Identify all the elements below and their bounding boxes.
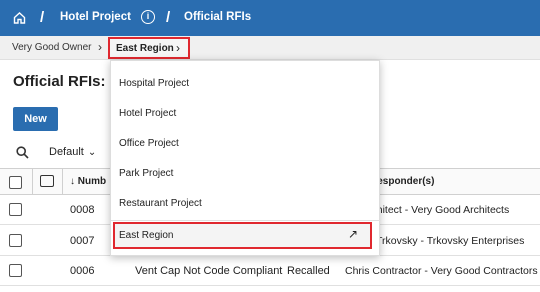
nav-separator: /: [166, 9, 171, 26]
home-icon[interactable]: [13, 11, 26, 27]
chevron-down-icon: ⌄: [87, 147, 97, 158]
menu-item-label: Restaurant Project: [119, 198, 202, 209]
number-column-header[interactable]: ↓ Numb: [70, 176, 106, 187]
rfi-subject[interactable]: Vent Cap Not Code Compliant: [135, 265, 282, 277]
menu-item-label: Office Project: [119, 138, 179, 149]
menu-item-label: Hotel Project: [119, 108, 177, 119]
rfi-number[interactable]: 0007: [70, 235, 94, 247]
menu-item-park-project[interactable]: Park Project: [111, 159, 381, 189]
search-icon[interactable]: [16, 146, 29, 162]
row-checkbox[interactable]: [9, 203, 22, 216]
table-row[interactable]: 0006 Vent Cap Not Code Compliant Recalle…: [0, 256, 540, 286]
external-arrow-icon: ↗: [348, 227, 359, 241]
rfi-number[interactable]: 0006: [70, 265, 94, 277]
project-name-link[interactable]: Hotel Project: [60, 11, 131, 23]
rfi-status: Recalled: [287, 265, 330, 277]
row-checkbox[interactable]: [9, 234, 22, 247]
top-navigation-bar: / Hotel Project i / Official RFIs: [0, 0, 540, 36]
row-checkbox[interactable]: [9, 264, 22, 277]
menu-divider: [111, 220, 381, 221]
rfi-responder: rchitect - Very Good Architects: [368, 204, 510, 216]
new-button[interactable]: New: [13, 107, 58, 131]
chevron-right-icon: ›: [98, 40, 102, 54]
menu-item-hospital-project[interactable]: Hospital Project: [111, 69, 381, 99]
menu-item-office-project[interactable]: Office Project: [111, 129, 381, 159]
rfi-responder: Trkovsky - Trkovsky Enterprises: [376, 235, 525, 247]
info-icon[interactable]: i: [141, 10, 155, 24]
menu-item-label: Park Project: [119, 168, 174, 179]
nav-separator: /: [40, 9, 45, 26]
attachment-column-icon: [40, 175, 54, 187]
number-column-label: Numb: [77, 176, 107, 187]
menu-item-label: East Region: [119, 230, 174, 241]
select-all-checkbox[interactable]: [9, 176, 22, 189]
breadcrumb: Very Good Owner ›: [0, 36, 540, 60]
menu-item-east-region[interactable]: East Region ↗: [113, 222, 372, 249]
breadcrumb-owner[interactable]: Very Good Owner: [12, 42, 91, 53]
chevron-right-icon: ›: [176, 41, 180, 55]
breadcrumb-region-button[interactable]: East Region ›: [108, 37, 190, 59]
menu-item-label: Hospital Project: [119, 78, 190, 89]
arrow-down-icon: ↓: [70, 176, 75, 187]
menu-item-hotel-project[interactable]: Hotel Project: [111, 99, 381, 129]
rfi-responder: Chris Contractor - Very Good Contractors: [345, 265, 538, 277]
rfi-number[interactable]: 0008: [70, 204, 94, 216]
breadcrumb-region-label: East Region: [116, 43, 174, 54]
column-divider: [62, 169, 63, 195]
menu-item-restaurant-project[interactable]: Restaurant Project: [111, 189, 381, 219]
view-selector-label: Default: [49, 146, 84, 158]
view-selector[interactable]: Default ⌄: [49, 146, 96, 158]
tool-name-link[interactable]: Official RFIs: [184, 11, 251, 23]
column-divider: [32, 169, 33, 195]
